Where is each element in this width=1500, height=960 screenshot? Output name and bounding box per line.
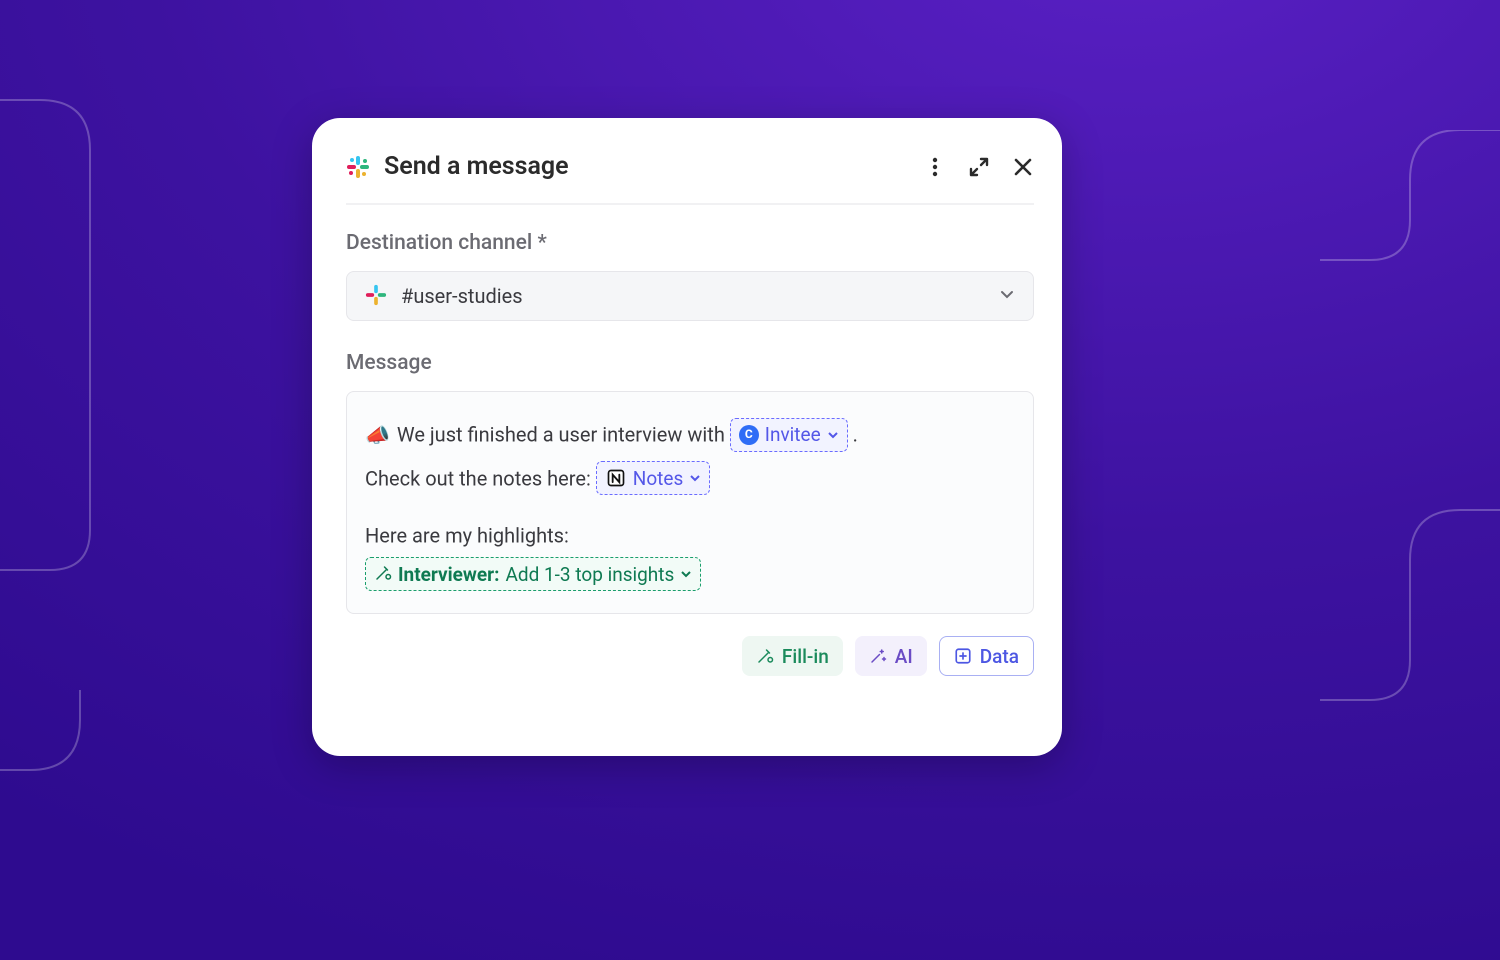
more-menu-button[interactable]: [924, 156, 946, 178]
fill-in-button[interactable]: Fill-in: [742, 636, 843, 676]
notion-icon: [605, 467, 627, 489]
interviewer-token-label: Interviewer:: [398, 565, 499, 584]
decor-right: [1170, 130, 1500, 770]
plus-box-icon: [954, 647, 972, 665]
caret-down-icon: [827, 429, 839, 441]
interviewer-token-prompt: Add 1-3 top insights: [505, 565, 674, 584]
close-button[interactable]: [1012, 156, 1034, 178]
destination-channel-select[interactable]: #user-studies: [346, 271, 1034, 321]
destination-channel-value: #user-studies: [401, 284, 987, 308]
calendly-icon: C: [739, 425, 759, 445]
ai-label: AI: [895, 645, 913, 668]
message-text: .: [853, 423, 858, 447]
message-text: Check out the notes here:: [365, 466, 596, 490]
modal-header: Send a message: [346, 152, 1034, 181]
megaphone-icon: 📣: [365, 414, 390, 456]
caret-down-icon: [689, 472, 701, 484]
wand-icon: [756, 647, 774, 665]
notes-token-label: Notes: [633, 459, 684, 499]
wand-icon: [374, 564, 392, 585]
decor-left: [0, 90, 130, 810]
editor-footer: Fill-in AI Data: [346, 636, 1034, 676]
message-text: Here are my highlights:: [365, 524, 569, 548]
interviewer-token[interactable]: Interviewer: Add 1-3 top insights: [365, 557, 701, 591]
modal-title: Send a message: [384, 152, 910, 181]
invitee-token-label: Invitee: [765, 415, 821, 455]
message-editor[interactable]: 📣 We just finished a user interview with…: [346, 391, 1034, 614]
slack-icon: [346, 155, 370, 179]
send-message-modal: Send a message Destination channel *: [312, 118, 1062, 756]
data-button[interactable]: Data: [939, 636, 1034, 676]
divider: [346, 203, 1034, 205]
caret-down-icon: [680, 568, 692, 580]
data-label: Data: [980, 645, 1019, 668]
invitee-token[interactable]: C Invitee: [730, 418, 848, 452]
expand-button[interactable]: [968, 156, 990, 178]
chevron-down-icon: [999, 286, 1015, 306]
message-label: Message: [346, 351, 1034, 375]
sparkle-wand-icon: [869, 647, 887, 665]
destination-channel-label: Destination channel *: [346, 231, 1034, 255]
message-text: We just finished a user interview with: [397, 423, 730, 447]
fill-in-label: Fill-in: [782, 645, 829, 668]
notes-token[interactable]: Notes: [596, 461, 711, 495]
ai-button[interactable]: AI: [855, 636, 927, 676]
slack-icon: [365, 284, 389, 308]
